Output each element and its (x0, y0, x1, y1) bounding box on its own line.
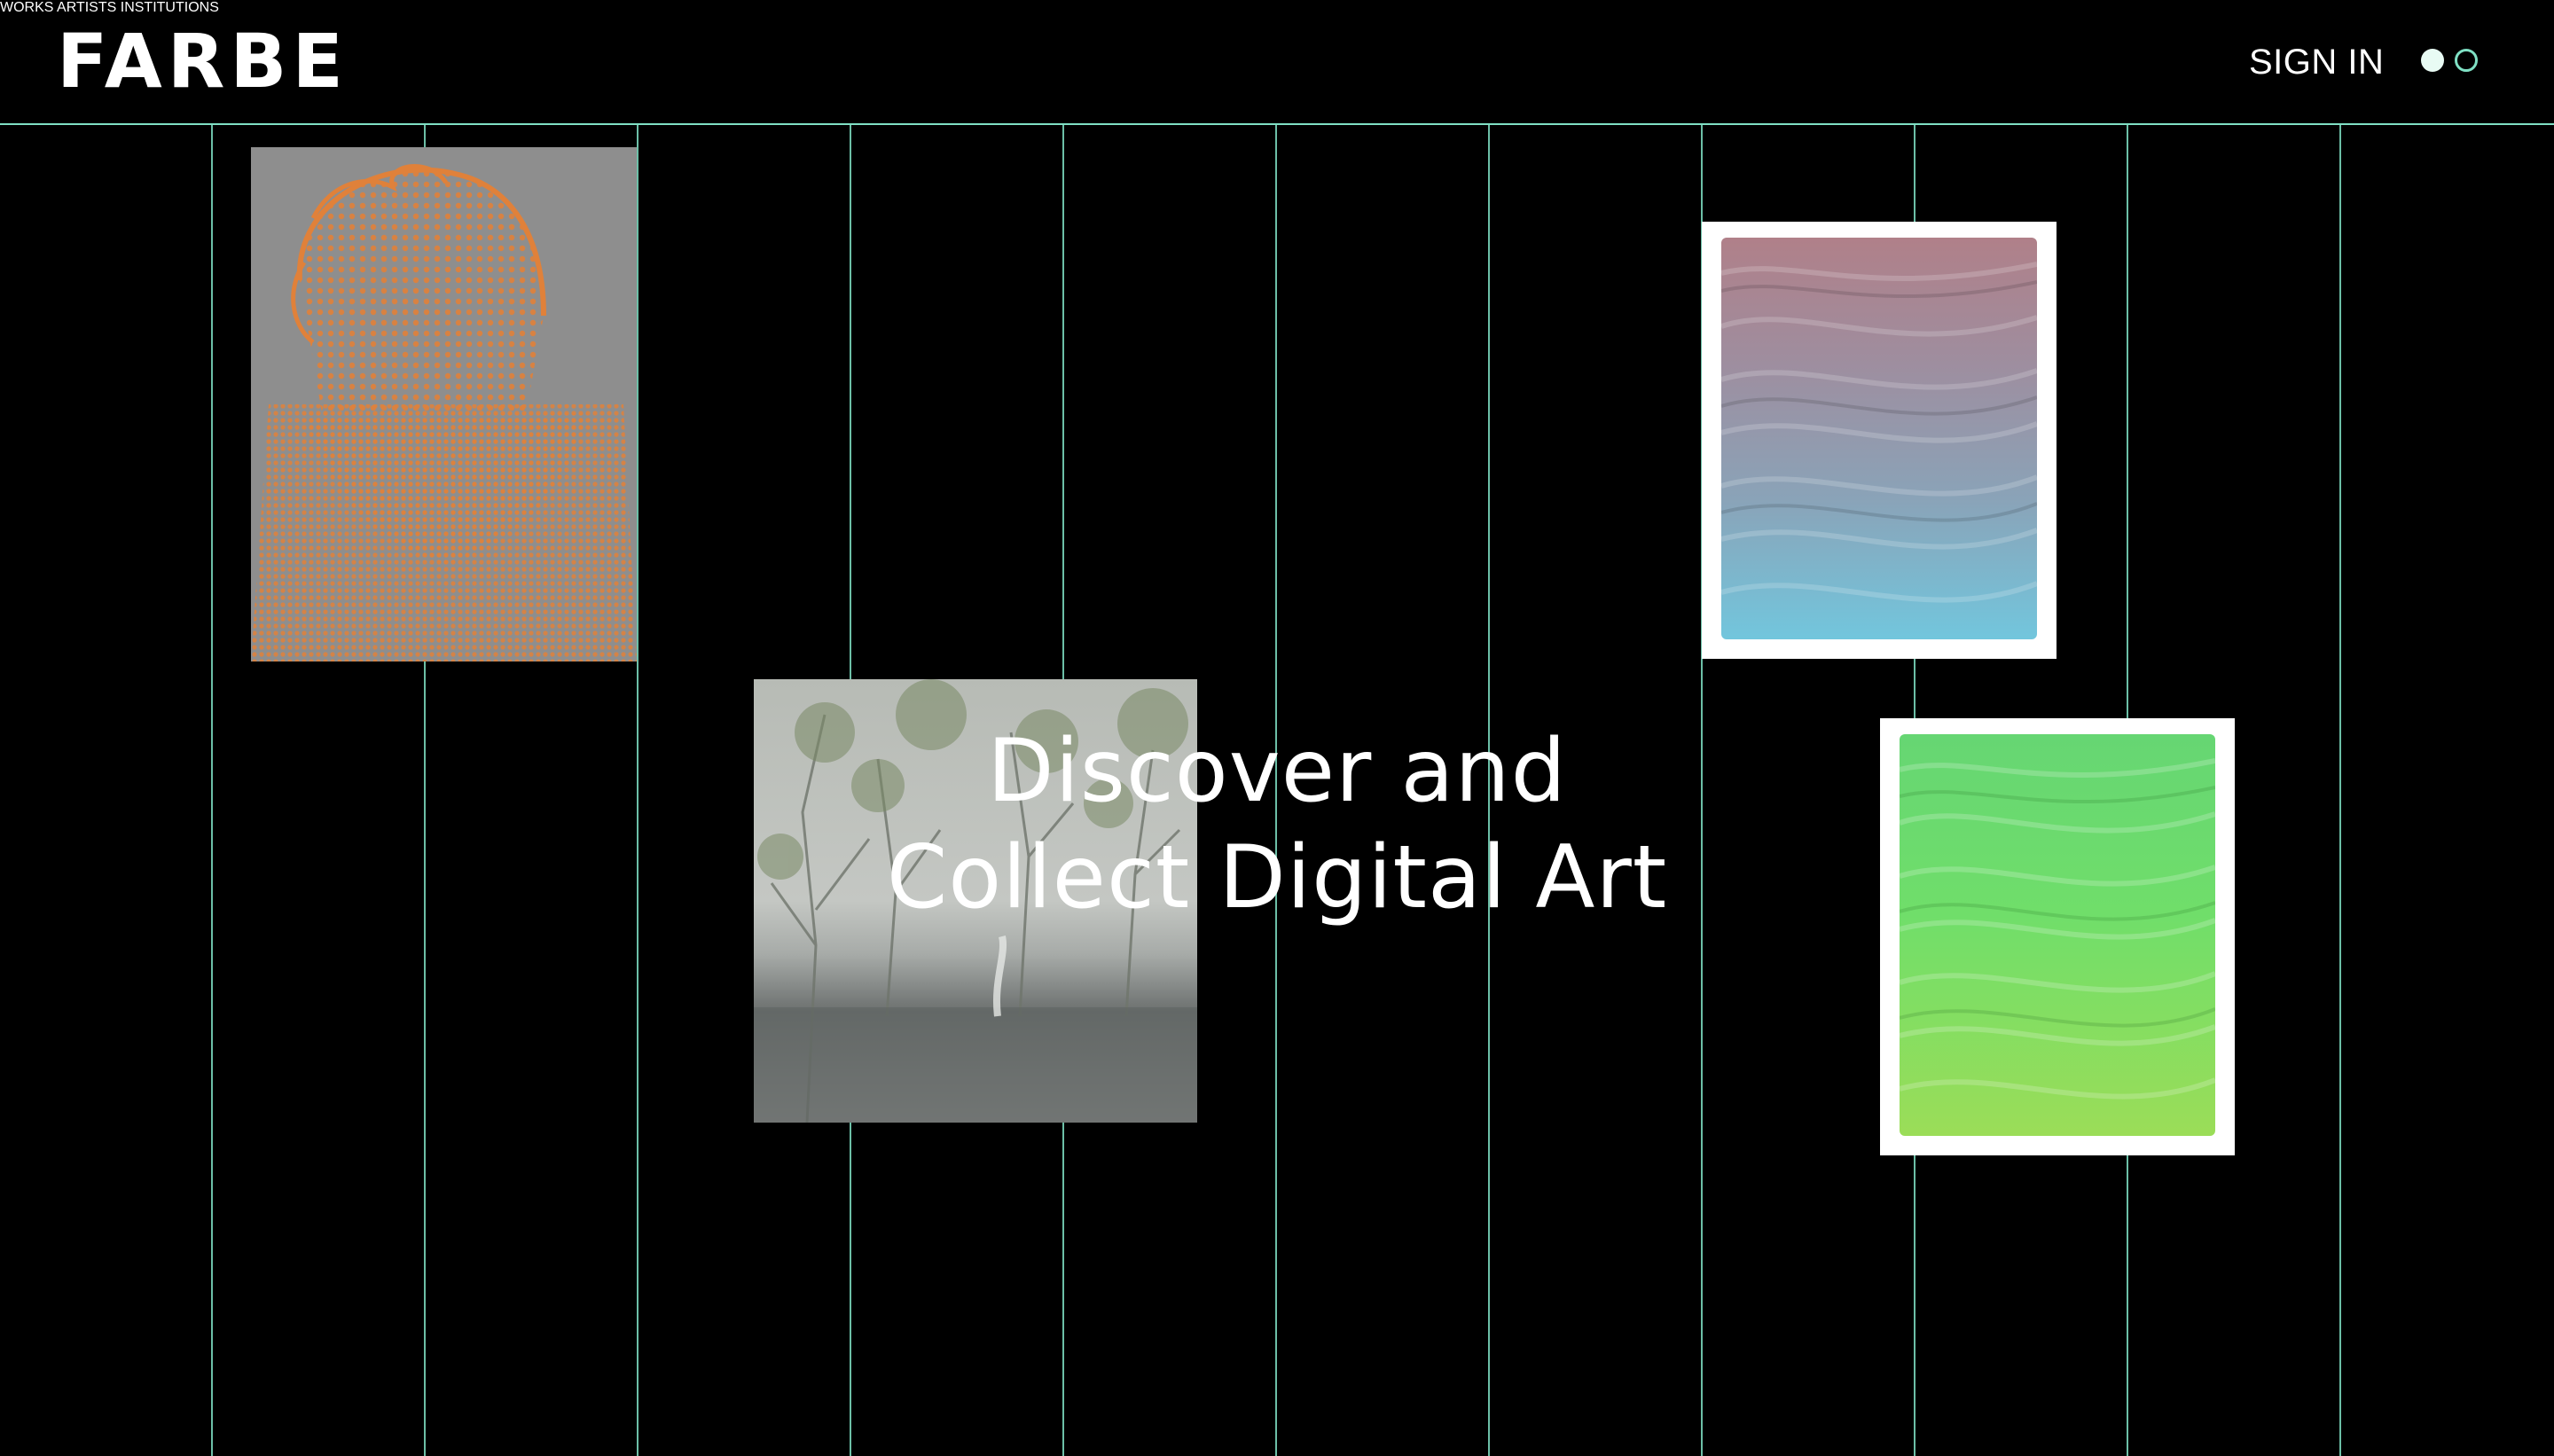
artwork-pink-blue-impasto[interactable] (1702, 222, 2057, 659)
hero-line-2: Collect Digital Art (886, 827, 1668, 928)
sign-in-link[interactable]: SIGN IN (2249, 43, 2384, 82)
pink-blue-paint-surface (1720, 238, 2039, 639)
paint-strokes-icon (1899, 758, 2217, 1100)
theme-toggle[interactable] (2421, 49, 2478, 72)
main-nav: WORKS ARTISTS INSTITUTIONS (0, 0, 2554, 16)
grid-line (2339, 125, 2341, 1456)
light-theme-dot-icon[interactable] (2421, 49, 2444, 72)
artwork-orange-halftone-portrait[interactable] (251, 147, 637, 661)
grid-line (637, 125, 638, 1456)
artwork-green-impasto[interactable] (1880, 718, 2235, 1155)
nav-artists-link[interactable]: ARTISTS (57, 0, 116, 15)
green-paint-surface (1899, 734, 2217, 1136)
nav-institutions-link[interactable]: INSTITUTIONS (121, 0, 219, 15)
grid-line (211, 125, 213, 1456)
farbe-logo[interactable]: FARBE (57, 21, 349, 101)
hero-line-1: Discover and (987, 721, 1567, 822)
portrait-image (251, 147, 637, 661)
paint-strokes-icon (1720, 262, 2039, 603)
dark-theme-dot-icon[interactable] (2455, 49, 2478, 72)
hero-heading: Discover and Collect Digital Art (834, 718, 1720, 931)
site-header: FARBE WORKS ARTISTS INSTITUTIONS SIGN IN (0, 0, 2554, 125)
nav-works-link[interactable]: WORKS (0, 0, 53, 15)
